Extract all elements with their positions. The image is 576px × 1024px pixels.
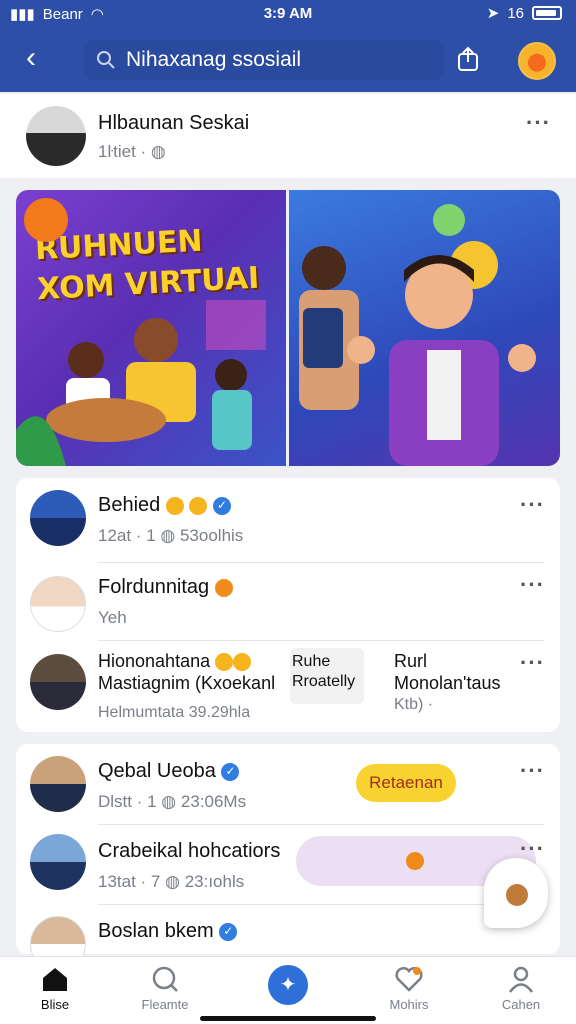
post-extra: 23:ıohls	[184, 872, 245, 891]
search-input[interactable]	[126, 48, 426, 72]
post-avatar[interactable]	[30, 576, 86, 632]
post-meta: Dlstt · 1	[98, 792, 157, 811]
post-meta: 12at · 1	[98, 526, 156, 545]
list-item[interactable]: Hiononahtana Mastiagnim (Kxoekanl Helmum…	[16, 648, 560, 728]
tab-label: Mohirs	[389, 997, 429, 1012]
post-meta: Helmumtata 39.29hla	[98, 704, 251, 721]
divider	[98, 824, 544, 825]
more-options-button[interactable]: ···	[520, 650, 545, 676]
post-avatar[interactable]	[30, 834, 86, 890]
emoji-icon	[233, 653, 252, 672]
divider	[98, 562, 544, 563]
verified-icon	[219, 922, 238, 941]
post-author[interactable]: Qebal Ueoba	[98, 760, 216, 782]
post-author[interactable]: Behied	[98, 494, 160, 516]
post-avatar[interactable]	[30, 654, 86, 710]
tab-search[interactable]: Fleamte	[120, 965, 210, 1012]
post-author[interactable]: Crabeikal hohcatiors	[98, 840, 280, 863]
side-line-3: Ktb) ·	[394, 696, 434, 713]
tag-chip-line-2: Rroatelly	[292, 673, 356, 690]
globe-icon: · ◍	[140, 142, 166, 161]
list-item[interactable]: Behied 12at · 1 ◍ 53oolhis ···	[16, 490, 560, 562]
verified-icon	[212, 496, 231, 515]
more-options-button[interactable]: ···	[520, 492, 545, 518]
tab-label: Cahen	[501, 997, 541, 1012]
badge-icon	[214, 578, 233, 597]
person-icon	[508, 966, 534, 993]
battery-icon	[532, 6, 562, 20]
reaction-icon: ◍	[160, 526, 176, 545]
post-author[interactable]: Hiononahtana	[98, 651, 210, 671]
tab-profile[interactable]: Cahen	[476, 965, 566, 1012]
tab-label: Blise	[40, 997, 70, 1012]
profile-avatar[interactable]	[26, 106, 86, 166]
more-options-button[interactable]: ···	[520, 572, 545, 598]
profile-name[interactable]: Hlbaunan Seskai	[98, 112, 249, 135]
side-line-1: Rurl	[394, 651, 428, 671]
home-icon	[43, 968, 67, 991]
collage-image-left[interactable]: RUHNUEN XOM VIRTUAI	[16, 190, 286, 466]
post-extra: 23:06Ms	[180, 792, 247, 811]
post-author[interactable]: Folrdunnitag	[98, 576, 209, 598]
list-item[interactable]: Boslan bkem	[16, 912, 560, 972]
reaction-icon: ◍	[165, 872, 180, 891]
reaction-icon: ◍	[161, 792, 177, 811]
search-icon	[152, 966, 178, 992]
post-avatar[interactable]	[30, 756, 86, 812]
list-item[interactable]: Folrdunnitag Yeh ···	[16, 570, 560, 642]
chat-bubble-button[interactable]	[484, 858, 548, 928]
tab-notifications[interactable]: Mohirs	[364, 965, 454, 1012]
people-illustration	[16, 198, 266, 466]
post-card-1: Behied 12at · 1 ◍ 53oolhis ··· Folrdunni…	[16, 478, 560, 732]
emoji-icon	[406, 852, 424, 870]
post-meta: 13tat · 7	[98, 872, 161, 891]
status-bar: ▮▮▮ Beanr ◠ 3:9 AM ➤ 16	[0, 0, 576, 28]
heart-icon	[395, 966, 423, 992]
battery-label: 16	[507, 4, 524, 22]
photo-collage[interactable]: RUHNUEN XOM VIRTUAI	[16, 190, 560, 466]
tag-chip[interactable]: Ruhe Rroatelly	[290, 648, 364, 704]
collage-image-right[interactable]	[289, 190, 560, 466]
verified-icon	[221, 762, 240, 781]
create-button[interactable]: ✦	[268, 965, 308, 1005]
nav-bar: ‹	[0, 36, 576, 84]
location-icon: ➤	[486, 5, 500, 22]
user-avatar[interactable]	[518, 42, 556, 80]
more-options-button[interactable]: ···	[526, 110, 551, 136]
tab-label: Fleamte	[141, 997, 189, 1012]
tab-home[interactable]: Blise	[10, 965, 100, 1012]
post-author-2: Mastiagnim (Kxoekanl	[98, 673, 276, 693]
post-author[interactable]: Boslan bkem	[98, 920, 214, 942]
list-item[interactable]: Qebal Ueoba Dlstt · 1 ◍ 23:06Ms Retaenan…	[16, 756, 560, 826]
post-extra: 53oolhis	[179, 526, 244, 545]
performer-illustration	[299, 204, 536, 466]
tag-chip-line-1: Ruhe	[292, 653, 331, 670]
divider	[98, 640, 544, 641]
bottom-tab-bar: Blise Fleamte ✦ Mohirs Cahen	[0, 956, 576, 1024]
profile-header: Hlbaunan Seskai 1ŀtiet · ◍ ···	[0, 94, 576, 178]
list-item[interactable]: Crabeikal hohcatiors 13tat · 7 ◍ 23:ıohl…	[16, 834, 560, 904]
share-icon[interactable]	[452, 44, 484, 76]
back-button[interactable]: ‹	[14, 42, 48, 76]
home-indicator	[200, 1016, 376, 1021]
side-line-2: Monolan'taus	[394, 673, 501, 693]
post-side-text: Rurl Monolan'taus Ktb) ·	[394, 650, 501, 716]
divider	[98, 904, 544, 905]
emoji-icon	[215, 653, 234, 672]
sticker-icon	[506, 884, 528, 906]
post-avatar[interactable]	[30, 490, 86, 546]
more-options-button[interactable]: ···	[520, 758, 545, 784]
post-card-2: Qebal Ueoba Dlstt · 1 ◍ 23:06Ms Retaenan…	[16, 744, 560, 972]
search-icon	[97, 51, 115, 69]
profile-meta: 1ŀtiet	[98, 142, 136, 161]
post-meta: Yeh	[98, 608, 127, 627]
top-bar: ▮▮▮ Beanr ◠ 3:9 AM ➤ 16 ‹	[0, 0, 576, 92]
emoji-icon	[165, 496, 184, 515]
action-button[interactable]: Retaenan	[356, 764, 456, 802]
emoji-icon	[189, 496, 208, 515]
search-box[interactable]	[84, 40, 444, 80]
